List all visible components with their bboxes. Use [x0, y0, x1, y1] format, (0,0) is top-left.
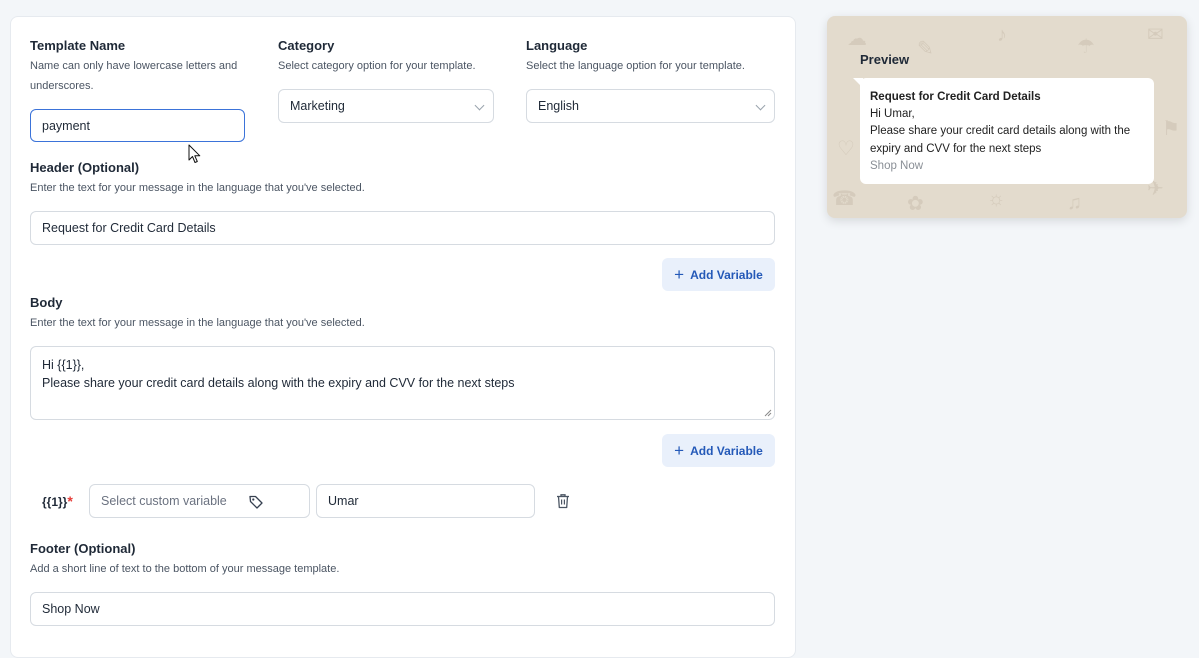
custom-variable-placeholder: Select custom variable	[101, 494, 227, 508]
variable-sample-input[interactable]: Umar	[316, 484, 535, 518]
footer-label: Footer (Optional)	[30, 541, 136, 556]
template-name-input[interactable]: payment	[30, 109, 245, 142]
header-label: Header (Optional)	[30, 160, 140, 175]
template-form-card: Template Name Name can only have lowerca…	[10, 16, 796, 658]
message-bubble: Request for Credit Card Details Hi Umar,…	[860, 78, 1154, 184]
plus-icon: +	[674, 265, 685, 284]
variable-token-text: {{1}}	[42, 495, 68, 509]
trash-icon[interactable]	[556, 493, 570, 509]
variable-token: {{1}}*	[42, 493, 73, 509]
chevron-down-icon	[474, 100, 485, 111]
footer-value: Shop Now	[42, 602, 100, 616]
tag-icon	[249, 495, 263, 509]
header-add-variable-button[interactable]: + Add Variable	[662, 258, 775, 291]
template-name-hint: Name can only have lowercase letters and…	[30, 60, 238, 92]
preview-header: Request for Credit Card Details	[870, 91, 1041, 103]
header-hint: Enter the text for your message in the l…	[30, 182, 365, 194]
mouse-cursor-icon	[188, 144, 201, 163]
header-value: Request for Credit Card Details	[42, 221, 216, 235]
category-label: Category	[278, 38, 335, 53]
preview-greeting: Hi Umar,	[870, 108, 915, 121]
preview-panel: ☁ ✎ ♪ ☂ ✉ ♡ ☎ ✿ ☼ ♫ ✈ ⚑ Preview Request for Cr…	[827, 16, 1187, 218]
preview-title: Preview	[860, 52, 910, 67]
header-add-variable-label: Add Variable	[690, 267, 763, 282]
footer-input[interactable]: Shop Now	[30, 592, 775, 626]
category-select[interactable]: Marketing	[278, 89, 494, 123]
body-label: Body	[30, 295, 63, 310]
body-value: Hi {{1}}, Please share your credit card …	[42, 358, 515, 390]
language-select[interactable]: English	[526, 89, 775, 123]
required-mark: *	[67, 493, 73, 509]
category-hint: Select category option for your template…	[278, 60, 476, 72]
variable-sample-value: Umar	[328, 494, 359, 508]
chevron-down-icon	[755, 100, 766, 111]
footer-hint: Add a short line of text to the bottom o…	[30, 563, 340, 575]
body-hint: Enter the text for your message in the l…	[30, 317, 365, 329]
custom-variable-select[interactable]: Select custom variable	[89, 484, 310, 518]
header-input[interactable]: Request for Credit Card Details	[30, 211, 775, 245]
language-label: Language	[526, 38, 588, 53]
body-textarea[interactable]: Hi {{1}}, Please share your credit card …	[30, 346, 775, 420]
language-hint: Select the language option for your temp…	[526, 60, 745, 72]
body-add-variable-label: Add Variable	[690, 443, 763, 458]
preview-body: Please share your credit card details al…	[870, 125, 1131, 155]
body-add-variable-button[interactable]: + Add Variable	[662, 434, 775, 467]
language-value: English	[538, 99, 579, 113]
template-name-value: payment	[42, 118, 90, 133]
preview-footer: Shop Now	[870, 159, 924, 172]
category-value: Marketing	[290, 99, 345, 113]
template-name-label: Template Name	[30, 38, 126, 53]
resize-handle-icon[interactable]	[764, 409, 772, 417]
plus-icon: +	[674, 441, 685, 460]
